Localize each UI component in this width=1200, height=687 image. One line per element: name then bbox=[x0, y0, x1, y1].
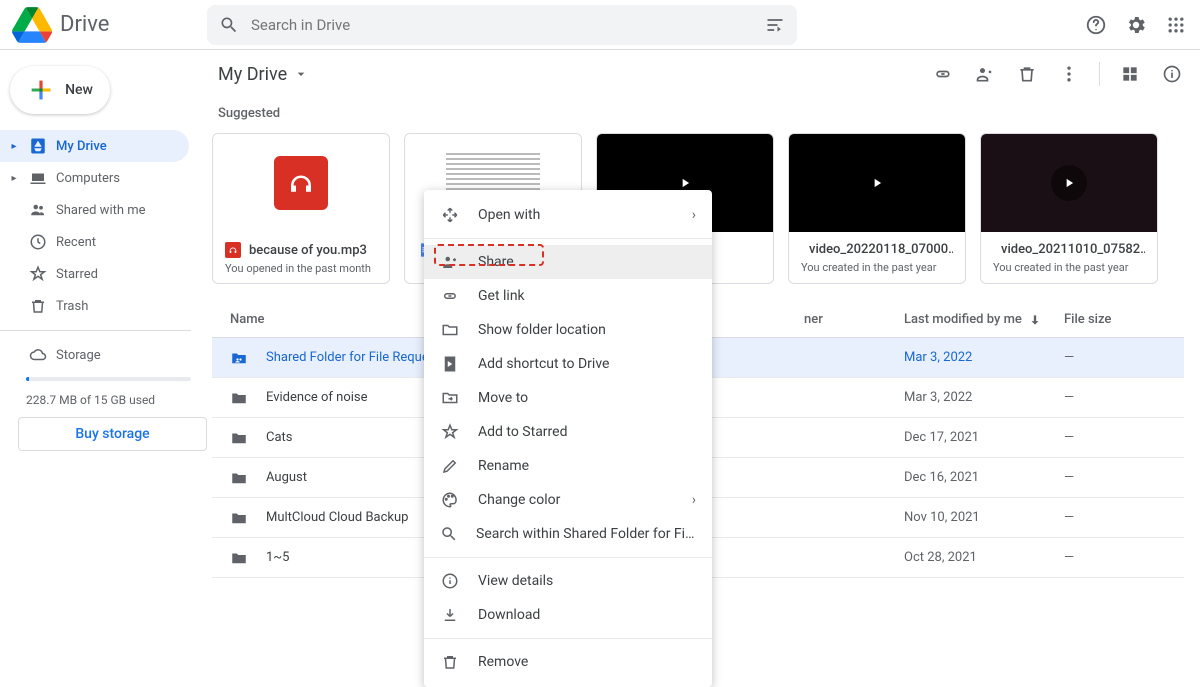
move-icon bbox=[441, 389, 459, 407]
get-link-button[interactable] bbox=[931, 62, 955, 86]
menu-get-link[interactable]: Get link bbox=[424, 279, 712, 313]
folder-icon bbox=[230, 389, 250, 407]
menu-search-within[interactable]: Search within Shared Folder for File Req… bbox=[424, 517, 712, 551]
file-size: — bbox=[1064, 470, 1184, 485]
toolbar: My Drive bbox=[212, 50, 1184, 98]
sidebar: New ▸ My Drive ▸ Computers Shared with m… bbox=[0, 50, 207, 588]
star-icon bbox=[441, 423, 459, 441]
menu-show-folder[interactable]: Show folder location bbox=[424, 313, 712, 347]
folder-icon bbox=[441, 321, 459, 339]
menu-add-starred[interactable]: Add to Starred bbox=[424, 415, 712, 449]
folder-icon bbox=[230, 549, 250, 567]
menu-remove[interactable]: Remove bbox=[424, 645, 712, 679]
menu-download[interactable]: Download bbox=[424, 598, 712, 632]
col-size[interactable]: File size bbox=[1064, 312, 1184, 327]
menu-share[interactable]: Share bbox=[424, 245, 712, 279]
file-modified: Dec 16, 2021 bbox=[904, 470, 1064, 485]
product-name: Drive bbox=[60, 12, 109, 37]
sidebar-item-computers[interactable]: ▸ Computers bbox=[0, 162, 189, 194]
file-size: — bbox=[1064, 550, 1184, 565]
search-icon bbox=[219, 15, 239, 35]
new-button[interactable]: New bbox=[10, 66, 110, 114]
menu-move-to[interactable]: Move to bbox=[424, 381, 712, 415]
search-options-icon[interactable] bbox=[765, 15, 785, 35]
download-icon bbox=[441, 606, 459, 624]
laptop-icon bbox=[29, 169, 47, 187]
menu-change-color[interactable]: Change color› bbox=[424, 483, 712, 517]
storage-bar bbox=[26, 377, 191, 381]
drive-logo-icon bbox=[12, 5, 52, 45]
sidebar-item-shared[interactable]: Shared with me bbox=[0, 194, 189, 226]
info-icon bbox=[441, 572, 459, 590]
clock-icon bbox=[29, 233, 47, 251]
play-icon bbox=[678, 176, 692, 190]
play-icon bbox=[870, 176, 884, 190]
folder-icon bbox=[230, 509, 250, 527]
header: Drive bbox=[0, 0, 1200, 49]
drive-icon bbox=[29, 137, 47, 155]
file-modified: Mar 3, 2022 bbox=[904, 390, 1064, 405]
settings-icon[interactable] bbox=[1124, 13, 1148, 37]
star-icon bbox=[29, 265, 47, 283]
card-audio[interactable]: because of you.mp3 You opened in the pas… bbox=[212, 133, 390, 284]
card-video-3[interactable]: video_20211010_07582… You created in the… bbox=[980, 133, 1158, 284]
folder-icon bbox=[230, 349, 250, 367]
suggested-label: Suggested bbox=[218, 106, 1184, 121]
sort-down-icon bbox=[1028, 313, 1042, 327]
chevron-down-icon bbox=[293, 66, 309, 82]
logo[interactable]: Drive bbox=[12, 5, 207, 45]
link-icon bbox=[441, 287, 459, 305]
folder-icon bbox=[230, 469, 250, 487]
buy-storage-button[interactable]: Buy storage bbox=[18, 417, 207, 451]
trash-icon bbox=[29, 297, 47, 315]
palette-icon bbox=[441, 491, 459, 509]
cloud-icon bbox=[29, 346, 47, 364]
plus-icon bbox=[27, 76, 55, 104]
col-modified[interactable]: Last modified by me bbox=[904, 312, 1064, 327]
sidebar-item-my-drive[interactable]: ▸ My Drive bbox=[0, 130, 189, 162]
file-modified: Mar 3, 2022 bbox=[904, 350, 1064, 365]
sidebar-item-trash[interactable]: Trash bbox=[0, 290, 189, 322]
sidebar-item-recent[interactable]: Recent bbox=[0, 226, 189, 258]
sidebar-item-storage[interactable]: Storage bbox=[0, 339, 189, 371]
file-modified: Nov 10, 2021 bbox=[904, 510, 1064, 525]
info-button[interactable] bbox=[1160, 62, 1184, 86]
more-button[interactable] bbox=[1057, 62, 1081, 86]
help-icon[interactable] bbox=[1084, 13, 1108, 37]
delete-button[interactable] bbox=[1015, 62, 1039, 86]
share-button[interactable] bbox=[973, 62, 997, 86]
menu-view-details[interactable]: View details bbox=[424, 564, 712, 598]
menu-add-shortcut[interactable]: Add shortcut to Drive bbox=[424, 347, 712, 381]
open-with-icon bbox=[441, 206, 459, 224]
storage-text: 228.7 MB of 15 GB used bbox=[26, 393, 207, 407]
folder-icon bbox=[230, 429, 250, 447]
person-add-icon bbox=[441, 253, 459, 271]
people-icon bbox=[29, 201, 47, 219]
menu-rename[interactable]: Rename bbox=[424, 449, 712, 483]
menu-open-with[interactable]: Open with› bbox=[424, 198, 712, 232]
shortcut-icon bbox=[441, 355, 459, 373]
file-modified: Dec 17, 2021 bbox=[904, 430, 1064, 445]
grid-view-button[interactable] bbox=[1118, 62, 1142, 86]
breadcrumb[interactable]: My Drive bbox=[218, 64, 309, 85]
new-label: New bbox=[65, 82, 93, 98]
file-modified: Oct 28, 2021 bbox=[904, 550, 1064, 565]
apps-icon[interactable] bbox=[1164, 13, 1188, 37]
file-size: — bbox=[1064, 510, 1184, 525]
play-icon bbox=[1062, 176, 1076, 190]
search-icon bbox=[440, 525, 458, 543]
search-bar[interactable] bbox=[207, 5, 797, 45]
file-size: — bbox=[1064, 390, 1184, 405]
pencil-icon bbox=[441, 457, 459, 475]
col-owner[interactable]: ner bbox=[804, 312, 904, 327]
context-menu: Open with› Share Get link Show folder lo… bbox=[424, 190, 712, 687]
trash-icon bbox=[441, 653, 459, 671]
file-size: — bbox=[1064, 430, 1184, 445]
search-input[interactable] bbox=[251, 16, 765, 34]
headphones-icon bbox=[286, 168, 316, 198]
file-size: — bbox=[1064, 350, 1184, 365]
card-video-2[interactable]: video_20220118_07000… You created in the… bbox=[788, 133, 966, 284]
sidebar-item-starred[interactable]: Starred bbox=[0, 258, 189, 290]
